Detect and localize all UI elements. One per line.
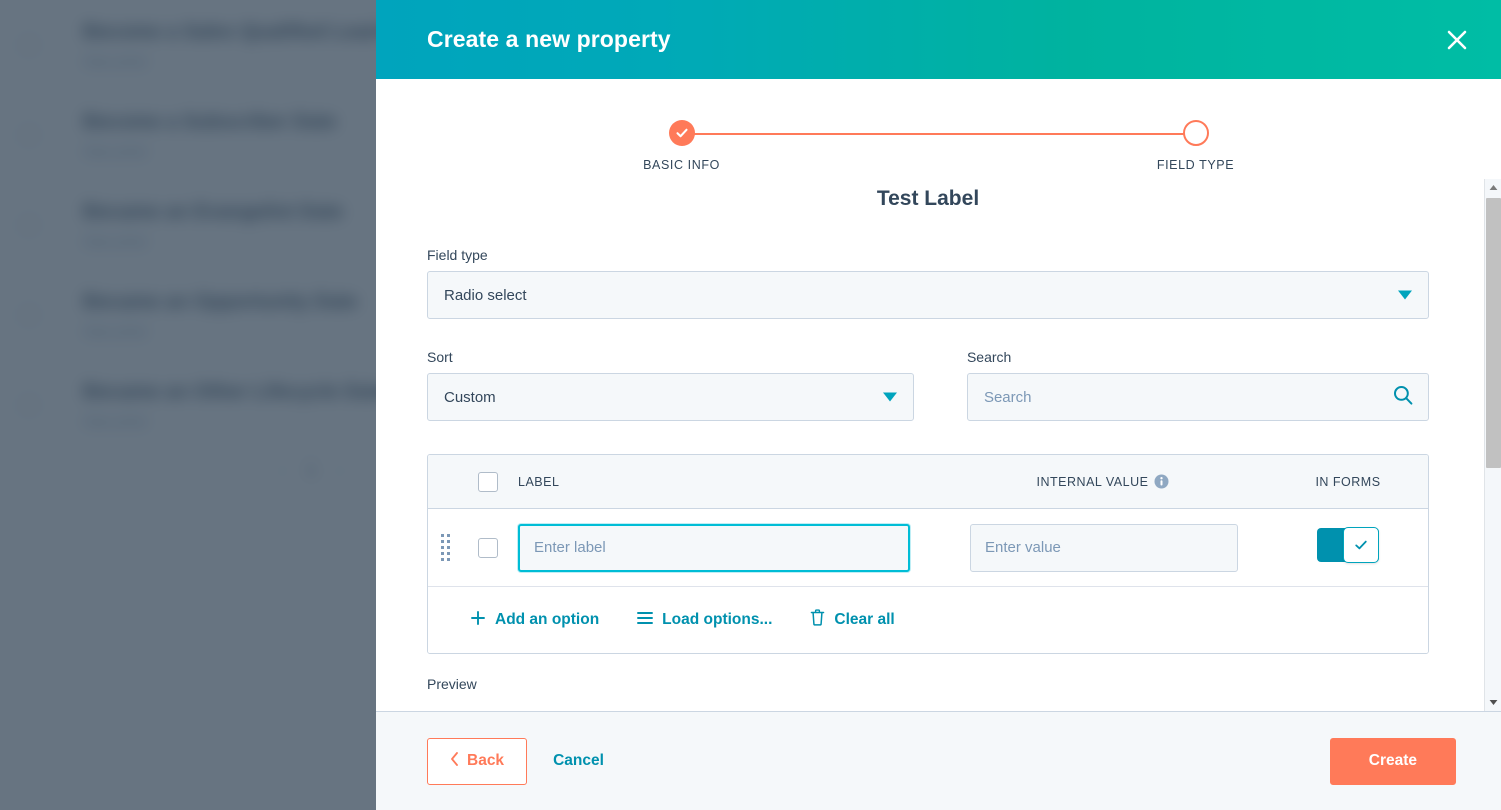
- search-input[interactable]: [983, 388, 1392, 406]
- field-type-value: Radio select: [444, 286, 527, 304]
- chevron-down-icon: [1398, 290, 1412, 300]
- list-icon: [637, 611, 654, 630]
- stepper-step-field-type[interactable]: FIELD TYPE: [1136, 113, 1256, 172]
- page-title: Test Label: [876, 187, 980, 210]
- back-label: Back: [467, 752, 505, 769]
- modal-scrollbar[interactable]: [1484, 179, 1501, 711]
- stepper-label: BASIC INFO: [643, 158, 720, 172]
- sort-label: Sort: [427, 349, 453, 365]
- clear-all-button[interactable]: Clear all: [810, 609, 895, 631]
- search-label: Search: [966, 349, 1012, 365]
- option-row-checkbox[interactable]: [478, 537, 498, 558]
- close-icon[interactable]: [1437, 20, 1477, 60]
- options-table-actions: Add an option Load options... Clear all: [428, 587, 1428, 653]
- modal-body-scroll-area: Test Label Field type Radio select Sort …: [376, 179, 1501, 711]
- select-all-checkbox[interactable]: [478, 471, 498, 492]
- drag-handle-icon[interactable]: [441, 534, 458, 561]
- column-header-internal-value: INTERNAL VALUE: [938, 474, 1268, 489]
- plus-icon: [470, 610, 486, 631]
- option-internal-value-input[interactable]: [970, 523, 1238, 572]
- search-icon[interactable]: [1392, 384, 1414, 411]
- preview-label: Preview: [427, 676, 477, 692]
- stepper-label: FIELD TYPE: [1156, 158, 1235, 172]
- create-property-modal: Create a new property BASIC INFO FIELD T…: [376, 0, 1501, 810]
- clear-all-label: Clear all: [834, 611, 895, 628]
- circle-icon: [1182, 120, 1209, 146]
- option-row: [428, 509, 1428, 587]
- caret-down-icon[interactable]: [1485, 694, 1501, 711]
- add-an-option-label: Add an option: [495, 611, 600, 628]
- back-button[interactable]: Back: [427, 737, 528, 785]
- field-type-label: Field type: [427, 247, 488, 263]
- column-header-internal-value-text: INTERNAL VALUE: [1036, 475, 1149, 489]
- trash-icon: [810, 609, 825, 631]
- option-label-input[interactable]: [518, 523, 910, 572]
- search-box[interactable]: [966, 373, 1429, 421]
- chevron-down-icon: [882, 392, 897, 402]
- caret-up-icon[interactable]: [1485, 179, 1501, 196]
- chevron-left-icon: [450, 751, 459, 771]
- options-table: LABEL INTERNAL VALUE IN FORMS Enter labe…: [427, 454, 1429, 654]
- load-options-button[interactable]: Load options...: [637, 611, 772, 630]
- add-an-option-button[interactable]: Add an option: [470, 610, 599, 631]
- info-icon[interactable]: [1154, 474, 1169, 489]
- create-button[interactable]: Create: [1329, 737, 1456, 785]
- options-table-header: LABEL INTERNAL VALUE IN FORMS: [428, 455, 1428, 509]
- in-forms-toggle[interactable]: [1317, 527, 1379, 563]
- field-type-select[interactable]: Radio select: [427, 271, 1429, 319]
- stepper: BASIC INFO FIELD TYPE: [376, 79, 1501, 179]
- stepper-progress-line: [677, 133, 1200, 135]
- column-header-in-forms: IN FORMS: [1315, 474, 1381, 489]
- column-header-label: LABEL: [518, 474, 560, 489]
- sort-value: Custom: [444, 388, 496, 406]
- modal-title: Create a new property: [427, 26, 671, 52]
- sort-select[interactable]: Custom: [427, 373, 914, 421]
- modal-header: Create a new property: [376, 0, 1501, 79]
- load-options-label: Load options...: [662, 611, 773, 628]
- stepper-step-basic-info[interactable]: BASIC INFO: [622, 113, 742, 172]
- check-icon: [668, 120, 695, 146]
- cancel-button[interactable]: Cancel: [553, 752, 604, 770]
- modal-footer: Back Cancel Create: [376, 711, 1501, 810]
- check-icon: [1343, 527, 1379, 563]
- scrollbar-thumb[interactable]: [1486, 198, 1501, 468]
